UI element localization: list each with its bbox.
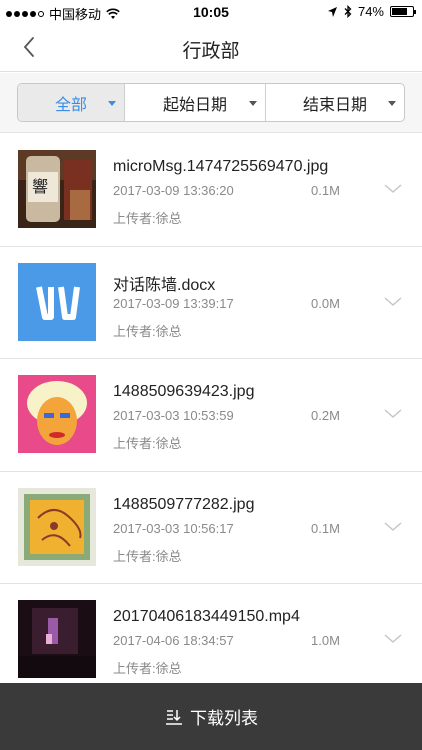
filter-end-date-button[interactable]: 结束日期	[265, 84, 404, 121]
file-thumbnail	[18, 375, 96, 453]
file-size: 0.0M	[311, 295, 340, 311]
file-row[interactable]: 響 microMsg.1474725569470.jpg 2017-03-09 …	[0, 134, 422, 247]
file-name: 1488509639423.jpg	[113, 383, 255, 400]
svg-text:響: 響	[32, 177, 48, 196]
file-size: 0.2M	[311, 408, 340, 423]
whisky-photo-image: 響	[18, 150, 96, 228]
status-bar: 中国移动 10:05 74%	[0, 0, 422, 24]
expand-chevron-icon[interactable]	[384, 409, 402, 419]
filter-bar: 全部 起始日期 结束日期	[0, 73, 422, 133]
file-thumbnail	[18, 262, 96, 341]
filter-end-date-label: 结束日期	[302, 96, 367, 114]
expand-chevron-icon[interactable]	[384, 184, 402, 194]
battery-icon	[390, 6, 416, 17]
expand-chevron-icon[interactable]	[384, 296, 402, 307]
yellow-painting-image	[18, 487, 96, 566]
download-icon	[166, 709, 182, 725]
file-size: 0.1M	[311, 520, 340, 536]
file-uploader: 上传者:徐总	[113, 323, 182, 339]
video-frame-image	[18, 600, 96, 678]
battery-level-fill	[392, 8, 407, 15]
file-row[interactable]: 对话陈墙.docx 2017-03-09 13:39:17 0.0M 上传者:徐…	[0, 247, 422, 359]
dropdown-caret-icon	[388, 101, 396, 106]
file-date: 2017-03-03 10:56:17	[113, 520, 234, 536]
download-list-label: 下载列表	[190, 709, 258, 728]
file-date: 2017-04-06 18:34:57	[113, 633, 234, 648]
file-thumbnail: 響	[18, 150, 96, 228]
bluetooth-icon	[344, 5, 352, 18]
status-right: 74%	[327, 4, 416, 19]
file-size: 1.0M	[311, 633, 340, 648]
file-thumbnail	[18, 487, 96, 566]
filter-all-button[interactable]: 全部	[18, 84, 124, 121]
file-row[interactable]: 20170406183449150.mp4 2017-04-06 18:34:5…	[0, 584, 422, 697]
popart-portrait-image	[18, 375, 96, 453]
file-uploader: 上传者:徐总	[113, 436, 182, 451]
app-root: 中国移动 10:05 74% 行政部 全部 起始日期 结束日期 響 microM…	[0, 0, 422, 750]
filter-segmented-control: 全部 起始日期 结束日期	[17, 83, 405, 122]
file-name: 1488509777282.jpg	[113, 495, 255, 513]
file-name: 对话陈墙.docx	[113, 276, 216, 294]
file-row[interactable]: 1488509639423.jpg 2017-03-03 10:53:59 0.…	[0, 359, 422, 472]
battery-percent: 74%	[357, 4, 384, 19]
filter-start-date-button[interactable]: 起始日期	[124, 84, 265, 121]
expand-chevron-icon[interactable]	[384, 521, 402, 532]
word-document-icon	[18, 262, 96, 341]
file-name: microMsg.1474725569470.jpg	[113, 158, 329, 175]
dropdown-caret-icon	[249, 101, 257, 106]
file-row[interactable]: 1488509777282.jpg 2017-03-03 10:56:17 0.…	[0, 472, 422, 584]
file-date: 2017-03-09 13:36:20	[113, 183, 234, 198]
file-uploader: 上传者:徐总	[113, 211, 182, 226]
navigation-bar: 行政部	[0, 24, 422, 72]
file-uploader: 上传者:徐总	[113, 661, 182, 676]
filter-start-date-label: 起始日期	[162, 96, 227, 114]
file-name: 20170406183449150.mp4	[113, 608, 300, 625]
file-uploader: 上传者:徐总	[113, 548, 182, 564]
file-date: 2017-03-09 13:39:17	[113, 295, 234, 311]
location-arrow-icon	[327, 6, 337, 17]
file-thumbnail	[18, 600, 96, 678]
file-size: 0.1M	[311, 183, 340, 198]
file-list: 響 microMsg.1474725569470.jpg 2017-03-09 …	[0, 134, 422, 697]
filter-all-label: 全部	[54, 96, 87, 114]
expand-chevron-icon[interactable]	[384, 634, 402, 644]
download-list-button[interactable]: 下载列表	[0, 683, 422, 750]
page-title: 行政部	[182, 41, 240, 62]
file-date: 2017-03-03 10:53:59	[113, 408, 234, 423]
dropdown-caret-icon	[108, 101, 116, 106]
